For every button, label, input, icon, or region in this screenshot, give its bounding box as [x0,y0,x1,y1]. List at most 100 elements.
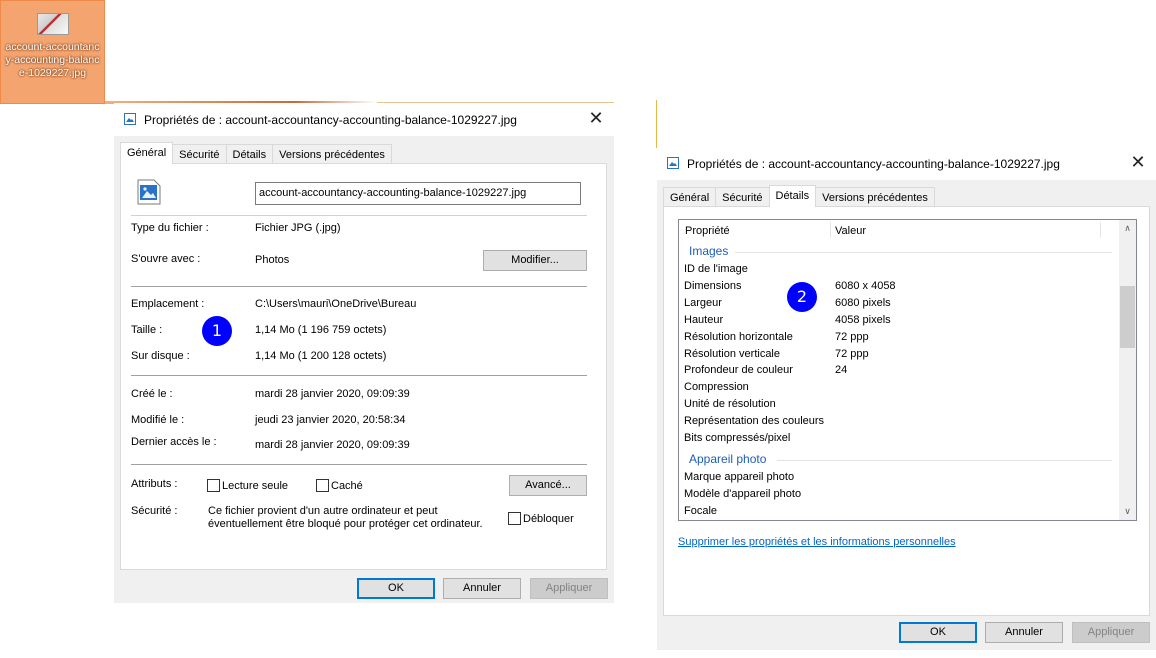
size-value: 1,14 Mo (1 196 759 octets) [255,324,387,336]
list-item-property[interactable]: Résolution verticale [684,348,780,360]
list-item-property[interactable]: Bits compressés/pixel [684,432,790,444]
filename-input[interactable]: account-accountancy-accounting-balance-1… [255,182,581,205]
hidden-label: Caché [331,480,363,492]
scroll-down-icon[interactable]: ∨ [1119,503,1136,520]
last-access-value: mardi 28 janvier 2020, 09:09:39 [255,439,410,451]
tab-details[interactable]: Détails [768,185,817,207]
scrollbar-thumb[interactable] [1120,286,1135,348]
advanced-button[interactable]: Avancé... [509,475,587,496]
image-thumbnail-icon [36,13,69,35]
list-item-property[interactable]: Hauteur [684,314,723,326]
list-item-property[interactable]: Largeur [684,297,722,309]
tab-previous-versions[interactable]: Versions précédentes [815,187,935,207]
security-text-line2: éventuellement être bloqué pour protéger… [208,518,483,530]
cancel-button[interactable]: Annuler [443,578,521,599]
list-item-property[interactable]: Modèle d'appareil photo [684,488,801,500]
group-line [777,460,1112,461]
size-label: Taille : [131,324,163,336]
tab-details[interactable]: Détails [225,144,274,164]
tab-previous-versions[interactable]: Versions précédentes [272,144,392,164]
properties-dialog-details: Propriétés de : account-accountancy-acco… [657,147,1156,650]
last-access-label: Dernier accès le : [131,436,217,448]
vertical-scrollbar[interactable]: ∧ ∨ [1119,220,1136,520]
group-label: Images [689,244,729,258]
tab-strip: Général Sécurité Détails Versions précéd… [663,185,935,207]
separator [131,215,587,216]
group-label: Appareil photo [689,452,767,466]
attributes-label: Attributs : [131,478,178,490]
list-item-value[interactable]: 24 [835,364,847,376]
unblock-checkbox[interactable] [508,512,521,525]
separator [131,375,587,376]
title-bar: Propriétés de : account-accountancy-acco… [114,103,614,136]
opens-with-label: S'ouvre avec : [131,253,201,265]
list-item-property[interactable]: Représentation des couleurs [684,415,824,427]
desktop-file-label: account-accountancy-accounting-balance-1… [5,41,100,79]
tab-security[interactable]: Sécurité [715,187,770,207]
location-value: C:\Users\mauri\OneDrive\Bureau [255,298,417,310]
annotation-badge-1: 1 [202,316,232,346]
column-separator [1100,222,1101,238]
tab-security[interactable]: Sécurité [172,144,227,164]
list-item-value[interactable]: 4058 pixels [835,314,891,326]
size-on-disk-value: 1,14 Mo (1 200 128 octets) [255,350,387,362]
list-item-value[interactable]: 72 ppp [835,348,869,360]
security-label: Sécurité : [131,505,178,517]
modified-label: Modifié le : [131,414,185,426]
apply-button[interactable]: Appliquer [1072,622,1150,643]
group-header-images[interactable]: Images [689,244,1112,258]
list-item-value[interactable]: 6080 x 4058 [835,280,896,292]
ok-button[interactable]: OK [899,622,977,643]
image-file-icon [667,157,679,169]
details-panel: Propriété Valeur Images ID de l'image Dim… [663,206,1150,616]
tab-strip: Général Sécurité Détails Versions précéd… [120,142,392,164]
column-header-value[interactable]: Valeur [835,225,866,237]
image-file-icon [124,113,136,125]
list-item-property[interactable]: Marque appareil photo [684,471,794,483]
list-item-property[interactable]: Focale [684,505,717,517]
location-label: Emplacement : [131,298,205,310]
close-icon[interactable]: ✕ [1128,152,1148,172]
remove-properties-link[interactable]: Supprimer les propriétés et les informat… [678,536,956,548]
annotation-badge-2: 2 [787,282,817,312]
window-edge-artifact [656,100,657,148]
properties-dialog-general: Propriétés de : account-accountancy-acco… [114,103,614,603]
title-bar: Propriétés de : account-accountancy-acco… [657,147,1156,180]
tab-general[interactable]: Général [663,187,717,207]
ok-button[interactable]: OK [357,578,435,599]
list-item-value[interactable]: 6080 pixels [835,297,891,309]
created-label: Créé le : [131,388,173,400]
hidden-checkbox[interactable] [316,479,329,492]
list-item-property[interactable]: Profondeur de couleur [684,364,793,376]
dialog-title: Propriétés de : account-accountancy-acco… [687,157,1060,171]
created-value: mardi 28 janvier 2020, 09:09:39 [255,388,410,400]
group-header-camera[interactable]: Appareil photo [689,452,1112,466]
properties-list[interactable]: Propriété Valeur Images ID de l'image Dim… [678,219,1137,521]
list-item-value[interactable]: 72 ppp [835,331,869,343]
apply-button[interactable]: Appliquer [530,578,608,599]
cancel-button[interactable]: Annuler [985,622,1063,643]
column-separator [830,222,831,238]
list-header: Propriété Valeur [679,220,1119,240]
scroll-up-icon[interactable]: ∧ [1119,220,1136,237]
list-item-property[interactable]: Compression [684,381,749,393]
modified-value: jeudi 23 janvier 2020, 20:58:34 [255,414,406,426]
readonly-checkbox[interactable] [207,479,220,492]
security-text-line1: Ce fichier provient d'un autre ordinateu… [208,505,438,517]
list-item-property[interactable]: Résolution horizontale [684,331,793,343]
desktop-file-icon[interactable]: account-accountancy-accounting-balance-1… [0,0,105,104]
close-icon[interactable]: ✕ [586,108,606,128]
readonly-label: Lecture seule [222,480,289,492]
list-item-property[interactable]: ID de l'image [684,263,748,275]
list-item-property[interactable]: Unité de résolution [684,398,776,410]
separator [131,286,587,287]
opens-with-value: Photos [255,254,290,266]
dialog-title: Propriétés de : account-accountancy-acco… [144,113,517,127]
tab-general[interactable]: Général [120,142,174,164]
image-file-icon [137,179,161,205]
list-item-property[interactable]: Dimensions [684,280,741,292]
column-header-property[interactable]: Propriété [685,225,730,237]
modify-button[interactable]: Modifier... [483,250,587,271]
group-line [735,252,1112,253]
file-type-label: Type du fichier : [131,222,209,234]
